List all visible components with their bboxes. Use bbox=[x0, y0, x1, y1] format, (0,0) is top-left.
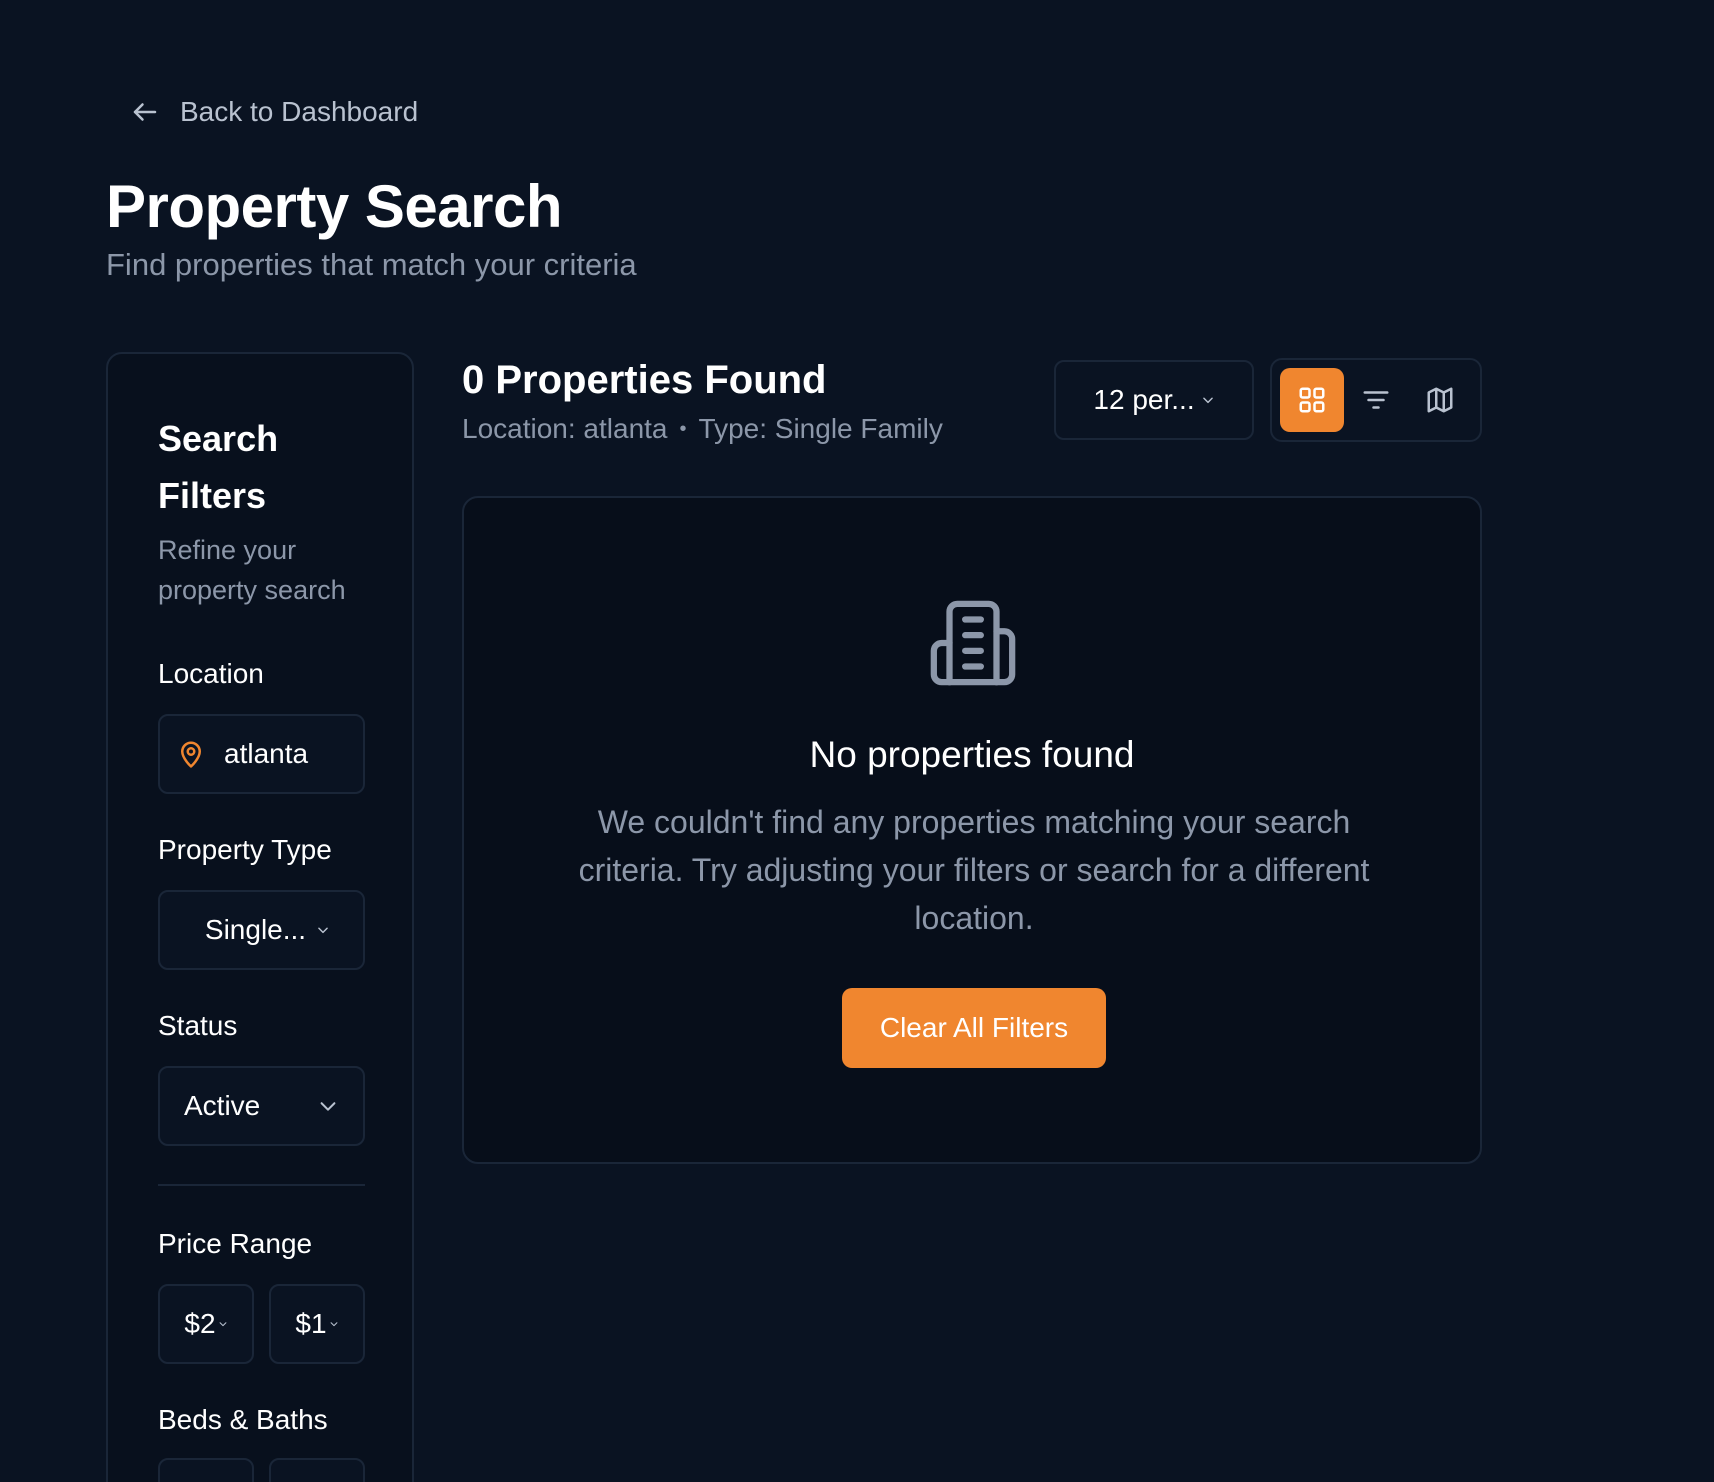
filters-title: Search Filters bbox=[158, 418, 279, 516]
active-filters-summary: Location: atlanta • Type: Single Family bbox=[462, 413, 943, 445]
building-icon bbox=[930, 600, 1016, 686]
chevron-down-icon bbox=[219, 1322, 227, 1327]
location-label: Location bbox=[158, 658, 264, 689]
property-type-value: Single... bbox=[204, 914, 307, 945]
filters-description: Refine your property search bbox=[158, 535, 346, 605]
status-label: Status bbox=[158, 1010, 238, 1041]
price-min-select[interactable]: $2 bbox=[158, 1284, 254, 1364]
list-view-button[interactable] bbox=[1344, 368, 1408, 432]
baths-select[interactable] bbox=[269, 1458, 365, 1482]
search-filters-sidebar: Search Filters Refine your property sear… bbox=[106, 352, 414, 1482]
page-title: Property Search bbox=[106, 173, 563, 240]
view-mode-toggle bbox=[1270, 358, 1482, 442]
location-field[interactable]: atlanta bbox=[158, 714, 365, 794]
back-link-label: Back to Dashboard bbox=[180, 96, 419, 127]
map-icon bbox=[1427, 387, 1453, 413]
status-value: Active bbox=[184, 1090, 261, 1121]
arrow-left-icon bbox=[133, 103, 157, 121]
results-count-title: 0 Properties Found bbox=[462, 358, 827, 402]
grid-view-button[interactable] bbox=[1280, 368, 1344, 432]
map-pin-icon bbox=[181, 741, 201, 768]
location-filter-text: Location: atlanta bbox=[462, 413, 668, 444]
beds-select[interactable] bbox=[158, 1458, 254, 1482]
empty-state-card: No properties found We couldn't find any… bbox=[462, 496, 1482, 1164]
status-select[interactable]: Active bbox=[158, 1066, 365, 1146]
separator-dot: • bbox=[679, 417, 687, 440]
empty-state-title: No properties found bbox=[809, 734, 1135, 775]
price-max-select[interactable]: $1 bbox=[269, 1284, 365, 1364]
beds-baths-label: Beds & Baths bbox=[158, 1404, 328, 1435]
property-type-label: Property Type bbox=[158, 834, 332, 865]
list-filter-icon bbox=[1363, 391, 1389, 409]
grid-icon bbox=[1299, 387, 1325, 413]
chevron-down-icon bbox=[318, 927, 328, 934]
per-page-select[interactable]: 12 per... bbox=[1054, 360, 1254, 440]
chevron-down-icon bbox=[330, 1322, 338, 1327]
per-page-value: 12 per... bbox=[1093, 384, 1195, 415]
back-to-dashboard-link[interactable]: Back to Dashboard bbox=[130, 96, 418, 128]
page-subtitle: Find properties that match your criteria bbox=[106, 247, 637, 282]
type-filter-text: Type: Single Family bbox=[698, 413, 943, 444]
clear-all-filters-button[interactable]: Clear All Filters bbox=[842, 988, 1106, 1068]
property-type-select[interactable]: Single... bbox=[158, 890, 365, 970]
price-range-label: Price Range bbox=[158, 1228, 313, 1259]
property-search-page: Back to Dashboard Property Search Find p… bbox=[0, 0, 1714, 1482]
filters-divider bbox=[158, 1184, 365, 1186]
chevron-down-icon bbox=[1202, 397, 1213, 404]
chevron-down-icon bbox=[320, 1102, 336, 1111]
location-value: atlanta bbox=[224, 738, 309, 769]
price-max-value: $1 bbox=[295, 1308, 327, 1339]
empty-state-description: We couldn't find any properties matching… bbox=[578, 804, 1370, 936]
map-view-button[interactable] bbox=[1408, 368, 1472, 432]
price-min-value: $2 bbox=[184, 1308, 216, 1339]
